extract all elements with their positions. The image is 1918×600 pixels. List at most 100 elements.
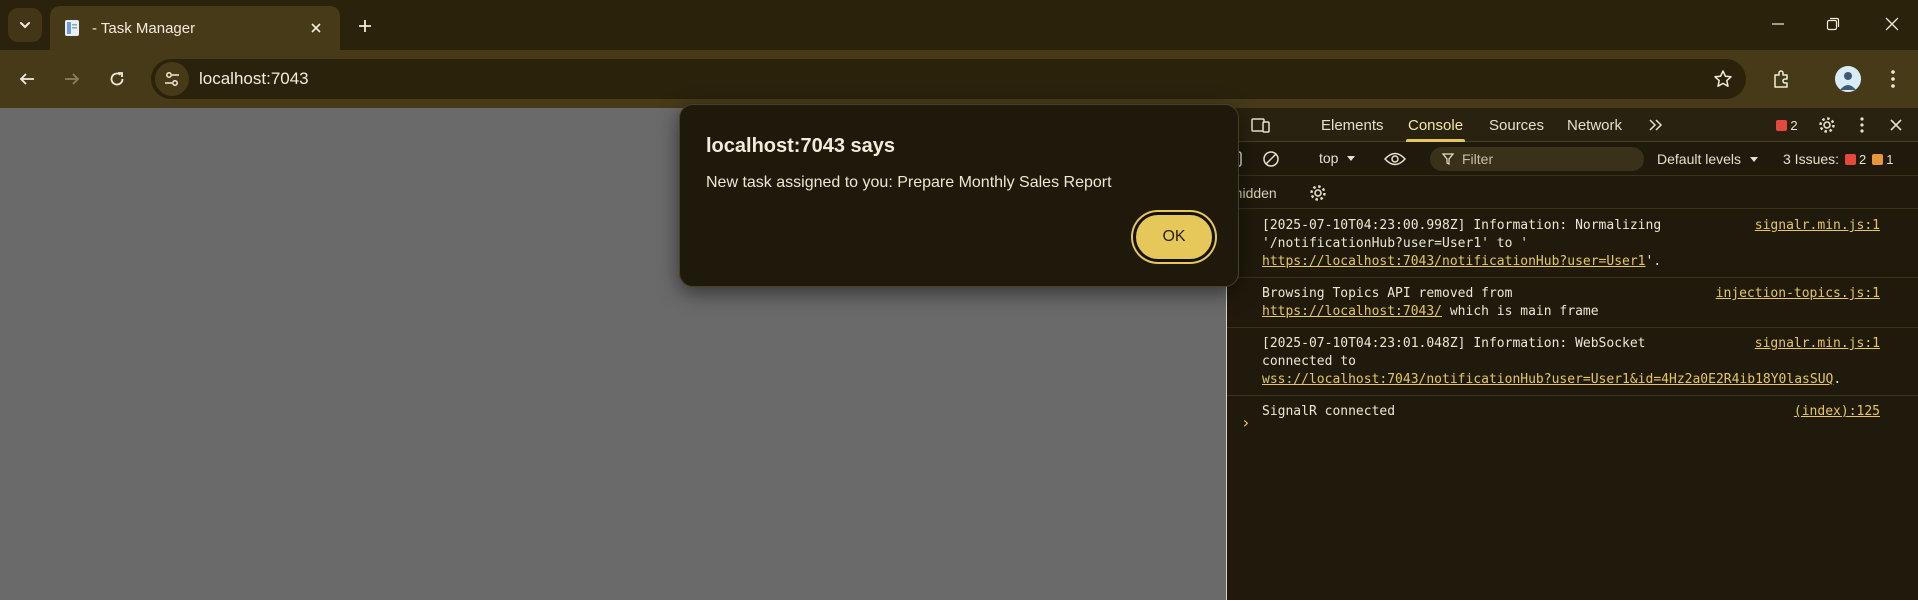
message-text: [2025-07-10T04:23:01.048Z] Information: … bbox=[1262, 336, 1646, 351]
more-vertical-icon bbox=[1891, 70, 1895, 88]
browser-tab[interactable]: - Task Manager bbox=[50, 6, 340, 50]
tab-elements[interactable]: Elements bbox=[1321, 108, 1384, 142]
console-prompt-chevron-icon[interactable]: › bbox=[1241, 413, 1251, 432]
device-toolbar-button[interactable] bbox=[1249, 113, 1273, 137]
site-info-button[interactable] bbox=[155, 62, 189, 96]
chevron-down-icon bbox=[20, 22, 30, 29]
profile-button[interactable] bbox=[1831, 62, 1865, 96]
error-icon bbox=[1845, 153, 1857, 165]
plus-icon bbox=[359, 20, 371, 32]
close-icon bbox=[1885, 17, 1899, 31]
minimize-button[interactable] bbox=[1755, 6, 1801, 42]
dialog-message: New task assigned to you: Prepare Monthl… bbox=[706, 174, 1112, 191]
error-count: 2 bbox=[1790, 117, 1798, 133]
star-icon bbox=[1714, 70, 1732, 87]
url-text[interactable]: localhost:7043 bbox=[199, 69, 1706, 89]
back-button[interactable] bbox=[10, 62, 44, 96]
bookmark-button[interactable] bbox=[1706, 62, 1740, 96]
message-text: SignalR connected bbox=[1262, 404, 1396, 419]
message-text: connected to bbox=[1262, 354, 1356, 369]
block-icon bbox=[1263, 151, 1279, 167]
message-source-link[interactable]: signalr.min.js:1 bbox=[1755, 335, 1880, 353]
message-text: '. bbox=[1645, 254, 1662, 269]
live-expression-button[interactable] bbox=[1383, 147, 1407, 171]
gear-icon bbox=[1819, 117, 1835, 133]
device-icon bbox=[1251, 118, 1270, 133]
console-messages: signalr.min.js:1 [2025-07-10T04:23:00.99… bbox=[1227, 210, 1918, 427]
message-text: . bbox=[1833, 372, 1842, 387]
chevron-double-right-icon bbox=[1649, 119, 1663, 131]
forward-button[interactable] bbox=[55, 62, 89, 96]
extensions-button[interactable] bbox=[1764, 62, 1798, 96]
devtools-panel: Elements Console Sources Network 2 top F… bbox=[1227, 108, 1918, 600]
page-favicon-icon bbox=[65, 20, 79, 36]
message-source-link[interactable]: injection-topics.js:1 bbox=[1716, 285, 1880, 303]
dialog-title: localhost:7043 says bbox=[706, 135, 895, 157]
tune-icon bbox=[165, 72, 179, 86]
context-selector[interactable]: top bbox=[1319, 150, 1356, 166]
tab-console[interactable]: Console bbox=[1405, 108, 1466, 142]
close-icon bbox=[1890, 119, 1902, 131]
close-icon bbox=[311, 23, 321, 33]
message-source-link[interactable]: signalr.min.js:1 bbox=[1755, 217, 1880, 235]
tab-title: - Task Manager bbox=[92, 19, 196, 37]
devtools-tab-bar: Elements Console Sources Network 2 bbox=[1227, 108, 1918, 142]
ok-button[interactable]: OK bbox=[1133, 212, 1215, 262]
arrow-left-icon bbox=[19, 73, 34, 85]
arrow-right-icon bbox=[65, 73, 80, 85]
caret-down-icon bbox=[1347, 156, 1356, 161]
message-url-link[interactable]: https://localhost:7043/notificationHub?u… bbox=[1262, 254, 1646, 269]
console-message: signalr.min.js:1 [2025-07-10T04:23:00.99… bbox=[1227, 210, 1918, 278]
eye-icon bbox=[1384, 152, 1406, 166]
alert-dialog: localhost:7043 says New task assigned to… bbox=[679, 104, 1239, 287]
gear-icon bbox=[1310, 185, 1326, 201]
restore-icon bbox=[1826, 17, 1840, 31]
issues-button[interactable]: 3 Issues: 2 1 bbox=[1783, 151, 1894, 167]
menu-button[interactable] bbox=[1876, 62, 1910, 96]
message-text: '/notificationHub?user=User1' to ' bbox=[1262, 236, 1529, 251]
error-icon bbox=[1776, 119, 1788, 131]
console-message: injection-topics.js:1 Browsing Topics AP… bbox=[1227, 278, 1918, 328]
message-text: which is main frame bbox=[1442, 304, 1599, 319]
message-text: Browsing Topics API removed from bbox=[1262, 286, 1513, 301]
console-message: signalr.min.js:1 [2025-07-10T04:23:01.04… bbox=[1227, 328, 1918, 396]
caret-down-icon bbox=[1750, 157, 1759, 162]
minimize-icon bbox=[1772, 23, 1784, 25]
hidden-messages-bar: 0 hidden bbox=[1227, 177, 1918, 209]
console-settings-button[interactable] bbox=[1306, 181, 1330, 205]
context-label: top bbox=[1319, 150, 1339, 166]
close-window-button[interactable] bbox=[1869, 6, 1915, 42]
more-tabs-button[interactable] bbox=[1644, 113, 1668, 137]
new-tab-button[interactable] bbox=[350, 12, 380, 40]
error-counter[interactable]: 2 bbox=[1769, 113, 1805, 137]
tab-network[interactable]: Network bbox=[1567, 108, 1622, 142]
restore-button[interactable] bbox=[1810, 6, 1856, 42]
tab-sources[interactable]: Sources bbox=[1489, 108, 1544, 142]
issues-error-count: 2 bbox=[1859, 151, 1867, 167]
console-filter-input[interactable]: Filter bbox=[1430, 147, 1644, 171]
tab-close-button[interactable] bbox=[304, 16, 328, 40]
close-devtools-button[interactable] bbox=[1884, 113, 1908, 137]
filter-placeholder: Filter bbox=[1462, 151, 1494, 167]
message-source-link[interactable]: (index):125 bbox=[1794, 403, 1880, 421]
reload-icon bbox=[110, 72, 124, 86]
address-bar[interactable]: localhost:7043 bbox=[151, 59, 1746, 99]
filter-icon bbox=[1442, 153, 1454, 165]
more-vertical-icon bbox=[1860, 117, 1864, 133]
log-levels-dropdown[interactable]: Default levels bbox=[1657, 151, 1759, 167]
levels-label: Default levels bbox=[1657, 151, 1742, 167]
clear-console-button[interactable] bbox=[1259, 147, 1283, 171]
message-url-link[interactable]: https://localhost:7043/ bbox=[1262, 304, 1442, 319]
puzzle-icon bbox=[1774, 70, 1788, 88]
devtools-menu-button[interactable] bbox=[1850, 113, 1874, 137]
message-url-link[interactable]: wss://localhost:7043/notificationHub?use… bbox=[1262, 372, 1833, 387]
message-text: [2025-07-10T04:23:00.998Z] Information: … bbox=[1262, 218, 1662, 233]
reload-button[interactable] bbox=[100, 62, 134, 96]
issues-label: 3 Issues: bbox=[1783, 151, 1840, 167]
tab-strip: - Task Manager bbox=[0, 0, 1918, 50]
issues-warning-count: 1 bbox=[1886, 151, 1894, 167]
console-toolbar: top Filter Default levels 3 Issues: 2 1 bbox=[1227, 143, 1918, 176]
console-message: (index):125 SignalR connected bbox=[1227, 396, 1918, 427]
settings-button[interactable] bbox=[1815, 113, 1839, 137]
tab-search-button[interactable] bbox=[8, 8, 42, 42]
